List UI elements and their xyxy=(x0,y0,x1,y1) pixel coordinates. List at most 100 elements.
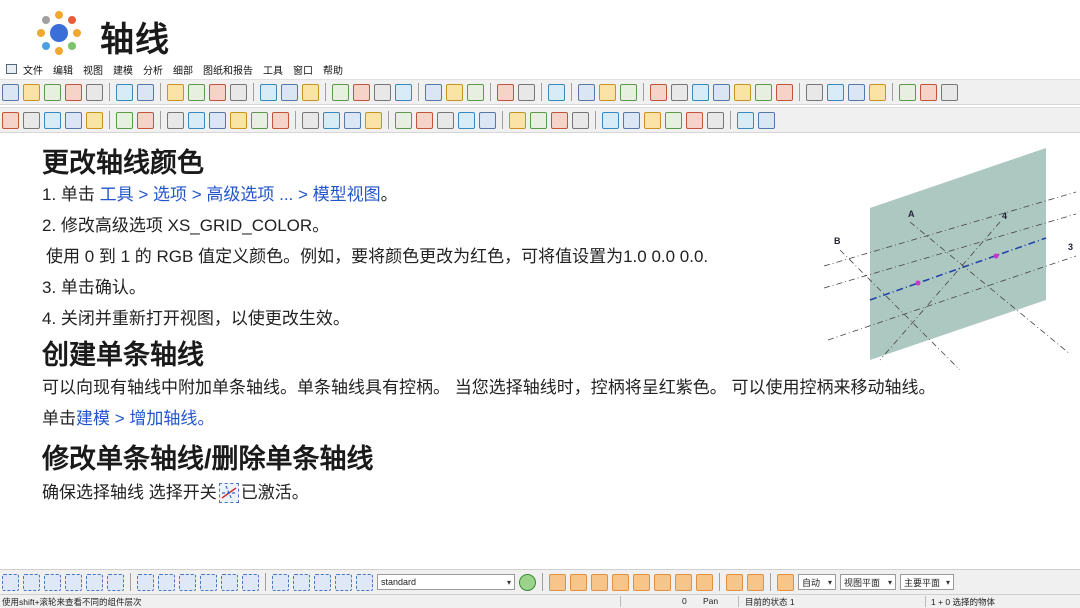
toolbar-tool-icon[interactable] xyxy=(332,83,349,101)
toolbar-tool-icon[interactable] xyxy=(425,83,442,101)
selection-switch-icon[interactable] xyxy=(65,573,82,591)
toolbar-tool-icon[interactable] xyxy=(44,83,61,101)
toolbar-tool-icon[interactable] xyxy=(650,83,667,101)
snap-switch-icon[interactable] xyxy=(726,573,743,591)
toolbar-tool-icon[interactable] xyxy=(827,83,844,101)
toolbar-tool-icon[interactable] xyxy=(230,111,247,129)
toolbar-tool-icon[interactable] xyxy=(920,83,937,101)
toolbar-tool-icon[interactable] xyxy=(2,111,19,129)
toolbar-tool-icon[interactable] xyxy=(137,111,154,129)
toolbar-tool-icon[interactable] xyxy=(623,111,640,129)
toolbar-tool-icon[interactable] xyxy=(602,111,619,129)
selection-switch-icon[interactable] xyxy=(23,573,40,591)
add-grid-line-path-link[interactable]: 建模 > 增加轴线。 xyxy=(76,409,214,428)
snap-switch-icon[interactable] xyxy=(654,573,671,591)
toolbar-tool-icon[interactable] xyxy=(848,83,865,101)
menu-analysis[interactable]: 分析 xyxy=(143,62,163,77)
standard-select[interactable]: standard ▾ xyxy=(377,574,515,590)
toolbar-tool-icon[interactable] xyxy=(302,83,319,101)
toolbar-tool-icon[interactable] xyxy=(518,83,535,101)
menu-file[interactable]: 文件 xyxy=(23,62,43,77)
toolbar-tool-icon[interactable] xyxy=(188,111,205,129)
toolbar-tool-icon[interactable] xyxy=(737,111,754,129)
toolbar-tool-icon[interactable] xyxy=(479,111,496,129)
toolbar-tool-icon[interactable] xyxy=(551,111,568,129)
toolbar-tool-icon[interactable] xyxy=(578,83,595,101)
toolbar-tool-icon[interactable] xyxy=(323,111,340,129)
select-grid-switch-icon[interactable] xyxy=(218,483,239,503)
toolbar-tool-icon[interactable] xyxy=(374,83,391,101)
toolbar-tool-icon[interactable] xyxy=(869,83,886,101)
options-path-link[interactable]: 工具 > 选项 > 高级选项 ... > 模型视图 xyxy=(100,185,381,204)
toolbar-tool-icon[interactable] xyxy=(665,111,682,129)
toolbar-tool-icon[interactable] xyxy=(776,83,793,101)
toolbar-tool-icon[interactable] xyxy=(497,83,514,101)
toolbar-tool-icon[interactable] xyxy=(65,83,82,101)
snap-switch-icon[interactable] xyxy=(747,573,764,591)
selection-switch-icon[interactable] xyxy=(158,573,175,591)
selection-switch-icon[interactable] xyxy=(335,573,352,591)
toolbar-tool-icon[interactable] xyxy=(353,83,370,101)
toolbar-tool-icon[interactable] xyxy=(692,83,709,101)
toolbar-tool-icon[interactable] xyxy=(116,83,133,101)
selection-switch-icon[interactable] xyxy=(242,573,259,591)
toolbar-tool-icon[interactable] xyxy=(2,83,19,101)
snap-switch-icon[interactable] xyxy=(633,573,650,591)
selection-switch-icon[interactable] xyxy=(293,573,310,591)
toolbar-tool-icon[interactable] xyxy=(167,83,184,101)
snap-switch-icon[interactable] xyxy=(696,573,713,591)
toolbar-tool-icon[interactable] xyxy=(620,83,637,101)
toolbar-tool-icon[interactable] xyxy=(437,111,454,129)
toolbar-tool-icon[interactable] xyxy=(167,111,184,129)
toolbar-tool-icon[interactable] xyxy=(44,111,61,129)
toolbar-tool-icon[interactable] xyxy=(302,111,319,129)
toolbar-tool-icon[interactable] xyxy=(758,111,775,129)
toolbar-tool-icon[interactable] xyxy=(230,83,247,101)
selection-switch-icon[interactable] xyxy=(200,573,217,591)
toolbar-tool-icon[interactable] xyxy=(416,111,433,129)
toolbar-tool-icon[interactable] xyxy=(467,83,484,101)
toolbar-tool-icon[interactable] xyxy=(941,83,958,101)
menu-detailing[interactable]: 细部 xyxy=(173,62,193,77)
toolbar-tool-icon[interactable] xyxy=(65,111,82,129)
menu-drawings-reports[interactable]: 图纸和报告 xyxy=(203,62,253,77)
snap-switch-icon[interactable] xyxy=(591,573,608,591)
toolbar-tool-icon[interactable] xyxy=(395,111,412,129)
selection-switch-icon[interactable] xyxy=(272,573,289,591)
snap-switch-icon[interactable] xyxy=(612,573,629,591)
snap-switch-icon[interactable] xyxy=(777,573,794,591)
toolbar-tool-icon[interactable] xyxy=(251,111,268,129)
toolbar-tool-icon[interactable] xyxy=(272,111,289,129)
selection-switch-icon[interactable] xyxy=(356,573,373,591)
selection-switch-icon[interactable] xyxy=(179,573,196,591)
toolbar-tool-icon[interactable] xyxy=(599,83,616,101)
toolbar-tool-icon[interactable] xyxy=(188,83,205,101)
toolbar-tool-icon[interactable] xyxy=(86,83,103,101)
toolbar-tool-icon[interactable] xyxy=(713,83,730,101)
toolbar-tool-icon[interactable] xyxy=(509,111,526,129)
menu-window[interactable]: 窗口 xyxy=(293,62,313,77)
toolbar-tool-icon[interactable] xyxy=(686,111,703,129)
toolbar-tool-icon[interactable] xyxy=(446,83,463,101)
snap-switch-icon[interactable] xyxy=(675,573,692,591)
toolbar-tool-icon[interactable] xyxy=(671,83,688,101)
toolbar-tool-icon[interactable] xyxy=(548,83,565,101)
toolbar-tool-icon[interactable] xyxy=(755,83,772,101)
snap-switch-icon[interactable] xyxy=(549,573,566,591)
toolbar-tool-icon[interactable] xyxy=(395,83,412,101)
toolbar-tool-icon[interactable] xyxy=(365,111,382,129)
main-plane-select[interactable]: 主要平面 ▾ xyxy=(900,574,954,590)
toolbar-tool-icon[interactable] xyxy=(281,83,298,101)
selection-switch-icon[interactable] xyxy=(314,573,331,591)
menu-tools[interactable]: 工具 xyxy=(263,62,283,77)
menu-view[interactable]: 视图 xyxy=(83,62,103,77)
toolbar-tool-icon[interactable] xyxy=(260,83,277,101)
toolbar-tool-icon[interactable] xyxy=(707,111,724,129)
toolbar-tool-icon[interactable] xyxy=(899,83,916,101)
selection-switch-icon[interactable] xyxy=(221,573,238,591)
selection-switch-icon[interactable] xyxy=(137,573,154,591)
toolbar-tool-icon[interactable] xyxy=(344,111,361,129)
selection-switch-icon[interactable] xyxy=(107,573,124,591)
toolbar-tool-icon[interactable] xyxy=(806,83,823,101)
view-plane-select[interactable]: 视图平面 ▾ xyxy=(840,574,896,590)
